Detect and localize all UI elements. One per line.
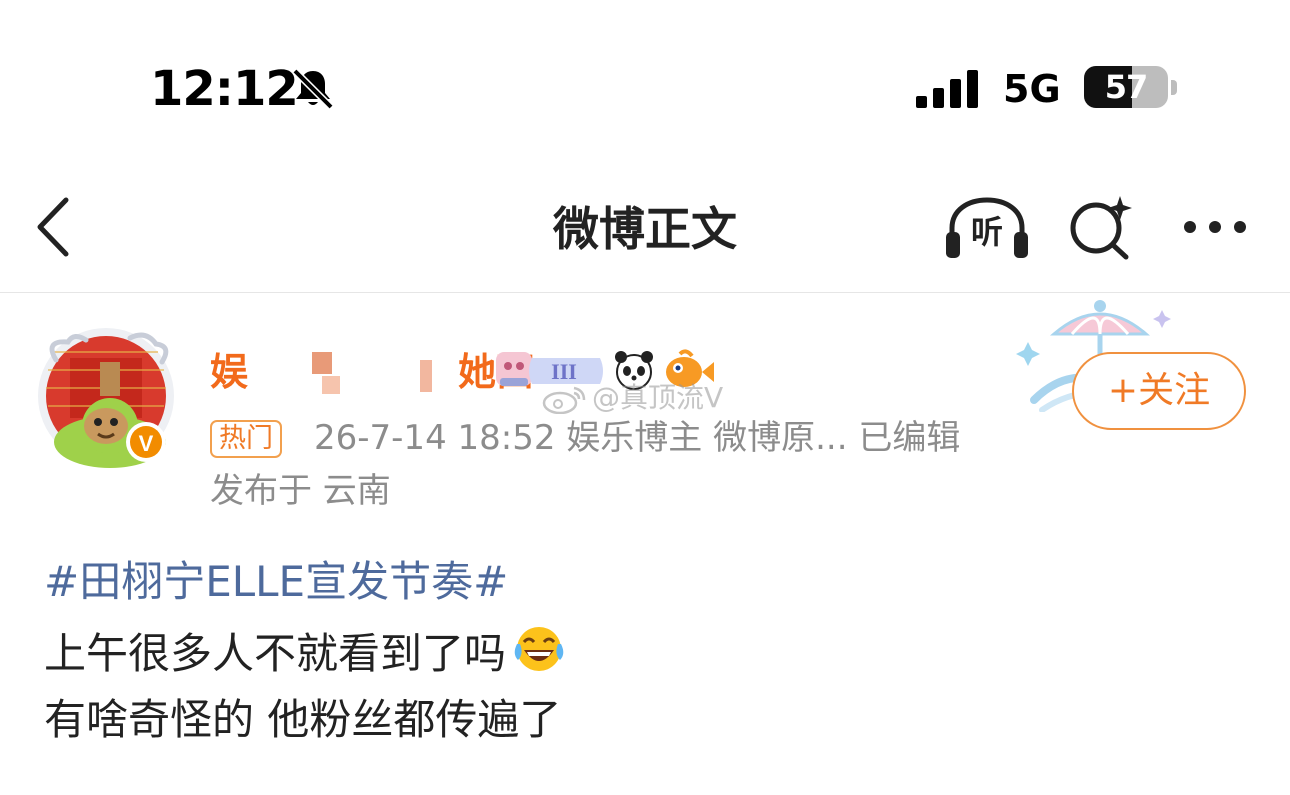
post-text-line: 有啥奇怪的 他粉丝都传遍了	[44, 695, 562, 744]
status-time: 12:12	[150, 61, 299, 117]
post-meta-text: 26-7-14 18:52 娱乐博主 微博原... 已编辑	[314, 418, 961, 458]
svg-text:III: III	[551, 359, 577, 384]
author-name-start: 娱	[210, 350, 249, 394]
name-redaction	[252, 348, 370, 396]
more-icon[interactable]	[1180, 216, 1250, 238]
watermark-text: @真顶流V	[592, 381, 724, 414]
name-redaction	[380, 350, 420, 394]
post-text: 上午很多人不就看到了吗	[44, 629, 507, 678]
laugh-cry-emoji-icon	[514, 627, 564, 671]
signal-icon	[916, 70, 978, 108]
weibo-watermark-icon	[542, 386, 586, 414]
verified-badge: V	[139, 431, 154, 456]
network-label: 5G	[1003, 67, 1061, 111]
search-ai-icon[interactable]	[1066, 194, 1136, 260]
post-location: 发布于 云南	[210, 471, 391, 511]
battery-level: 57	[1104, 68, 1149, 106]
battery-icon: 57	[1084, 66, 1180, 110]
battery-tip	[1171, 80, 1177, 95]
name-redaction-mosaic	[322, 376, 340, 394]
hashtag-link[interactable]: #田栩宁ELLE宣发节奏#	[44, 556, 508, 608]
fan-badge-icon	[496, 352, 532, 386]
avatar[interactable]: V	[34, 322, 184, 472]
listen-label: 听	[970, 213, 1003, 251]
hot-badge[interactable]: 热门	[210, 420, 282, 458]
follow-button[interactable]: +关注	[1072, 352, 1246, 430]
post-text-line: 上午很多人不就看到了吗	[44, 624, 566, 680]
name-redaction-mosaic	[312, 352, 332, 374]
name-redaction-mosaic	[420, 360, 432, 392]
bell-off-icon	[292, 68, 334, 110]
